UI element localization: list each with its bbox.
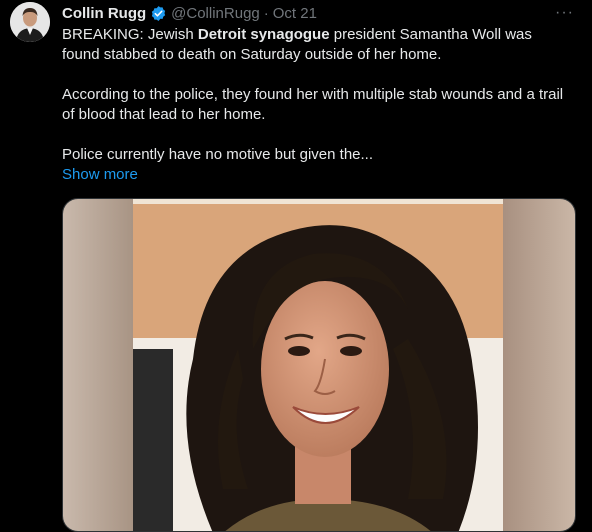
tweet[interactable]: Collin Rugg @CollinRugg · Oct 21 ··· BRE… bbox=[0, 0, 592, 532]
show-more-link[interactable]: Show more bbox=[62, 165, 138, 185]
tweet-media-image[interactable] bbox=[62, 198, 576, 532]
separator-dot: · bbox=[263, 4, 269, 22]
author-handle[interactable]: @CollinRugg bbox=[171, 5, 260, 22]
tweet-header: Collin Rugg @CollinRugg · Oct 21 bbox=[62, 2, 317, 24]
verified-badge-icon bbox=[150, 5, 167, 22]
tweet-date[interactable]: Oct 21 bbox=[273, 5, 317, 22]
tweet-text: BREAKING: Jewish Detroit synagogue presi… bbox=[62, 25, 572, 185]
tweet-paragraph-3: Police currently have no motive but give… bbox=[62, 146, 374, 163]
tweet-paragraph-1: BREAKING: Jewish Detroit synagogue presi… bbox=[62, 25, 572, 65]
author-name[interactable]: Collin Rugg bbox=[62, 5, 146, 22]
avatar[interactable] bbox=[10, 2, 50, 42]
more-options-icon[interactable]: ··· bbox=[555, 4, 574, 22]
tweet-text-part: BREAKING: Jewish bbox=[62, 26, 198, 43]
tweet-text-bold: Detroit synagogue bbox=[197, 26, 330, 43]
tweet-paragraph-2: According to the police, they found her … bbox=[62, 86, 564, 123]
